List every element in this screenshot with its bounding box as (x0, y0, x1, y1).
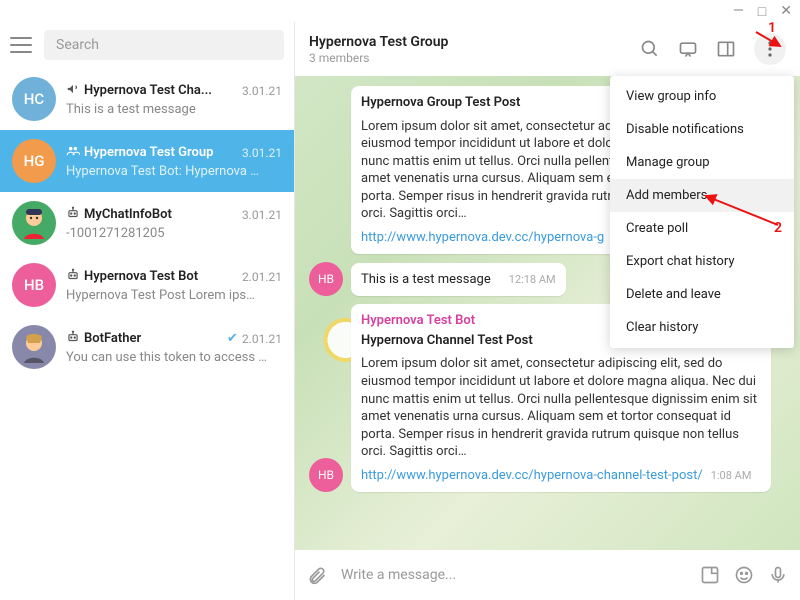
comments-icon[interactable] (678, 39, 698, 59)
microphone-icon[interactable] (768, 565, 788, 585)
chat-name: MyChatInfoBot (84, 207, 238, 222)
menu-item-manage-group[interactable]: Manage group (610, 146, 794, 179)
chat-date: 3.01.21 (242, 208, 282, 222)
hamburger-menu-icon[interactable] (10, 37, 32, 53)
verified-icon: ✔ (227, 331, 238, 346)
chat-type-icon (66, 267, 80, 286)
chat-date: 2.01.21 (242, 332, 282, 346)
menu-item-export-chat-history[interactable]: Export chat history (610, 245, 794, 278)
chat-name: Hypernova Test Group (84, 145, 238, 160)
chat-preview: This is a test message (66, 102, 282, 117)
chat-name: Hypernova Test Bot (84, 269, 238, 284)
chat-name: Hypernova Test Cha... (84, 83, 238, 98)
window-maximize[interactable]: □ (758, 3, 766, 20)
chat-date: 2.01.21 (242, 270, 282, 284)
avatar: HG (12, 139, 56, 183)
chat-list-item[interactable]: HC Hypernova Test Cha... 3.01.21 This is… (0, 68, 294, 130)
menu-item-clear-history[interactable]: Clear history (610, 311, 794, 344)
chat-list: HC Hypernova Test Cha... 3.01.21 This is… (0, 68, 294, 600)
main-panel: Hypernova Test Group 3 members Hypernova… (295, 22, 800, 600)
chat-type-icon (66, 81, 80, 100)
chat-header: Hypernova Test Group 3 members (295, 22, 800, 76)
message-link[interactable]: http://www.hypernova.dev.cc/hypernova-g (361, 230, 604, 245)
sidebar: Search HC Hypernova Test Cha... 3.01.21 … (0, 22, 295, 600)
avatar: HB (12, 263, 56, 307)
message-avatar: HB (309, 458, 343, 492)
message-time: 12:18 AM (509, 273, 556, 288)
chat-list-item[interactable]: BotFather ✔ 2.01.21 You can use this tok… (0, 316, 294, 378)
search-input[interactable]: Search (44, 30, 284, 60)
chat-list-item[interactable]: HB Hypernova Test Bot 2.01.21 Hypernova … (0, 254, 294, 316)
menu-item-delete-and-leave[interactable]: Delete and leave (610, 278, 794, 311)
menu-item-add-members[interactable]: Add members (610, 179, 794, 212)
avatar (12, 325, 56, 369)
sticker-icon[interactable] (700, 565, 720, 585)
chat-preview: Hypernova Test Bot: Hypernova … (66, 164, 282, 179)
menu-item-create-poll[interactable]: Create poll (610, 212, 794, 245)
chat-type-icon (66, 143, 80, 162)
chat-list-item[interactable]: MyChatInfoBot 3.01.21 -1001271281205 (0, 192, 294, 254)
search-icon[interactable] (640, 39, 660, 59)
kebab-icon (768, 41, 772, 57)
more-options-button[interactable] (754, 33, 786, 65)
chat-preview: -1001271281205 (66, 226, 282, 241)
message-text: Lorem ipsum dolor sit amet, consectetur … (361, 355, 761, 460)
menu-item-disable-notifications[interactable]: Disable notifications (610, 113, 794, 146)
message-link[interactable]: http://www.hypernova.dev.cc/hypernova-ch… (361, 468, 703, 483)
message-bubble[interactable]: This is a test message 12:18 AM (351, 263, 566, 297)
chat-name: BotFather (84, 331, 223, 346)
chat-preview: Hypernova Test Post Lorem ips… (66, 288, 282, 303)
chat-header-info[interactable]: Hypernova Test Group 3 members (309, 34, 640, 65)
context-menu: View group infoDisable notificationsMana… (610, 76, 794, 348)
chat-list-item[interactable]: HG Hypernova Test Group 3.01.21 Hypernov… (0, 130, 294, 192)
window-close[interactable]: ✕ (780, 3, 792, 19)
chat-preview: You can use this token to access … (66, 350, 282, 365)
attach-icon[interactable] (307, 565, 327, 585)
chat-date: 3.01.21 (242, 146, 282, 160)
message-avatar: HB (309, 262, 343, 296)
window-titlebar: — □ ✕ (0, 0, 800, 22)
message-time: 1:08 AM (711, 469, 752, 484)
message-text: This is a test message (361, 271, 491, 289)
message-input[interactable]: Write a message... (341, 567, 686, 583)
chat-title: Hypernova Test Group (309, 34, 640, 50)
chat-date: 3.01.21 (242, 84, 282, 98)
avatar (12, 201, 56, 245)
chat-subtitle: 3 members (309, 51, 640, 65)
side-panel-icon[interactable] (716, 39, 736, 59)
emoji-icon[interactable] (734, 565, 754, 585)
avatar: HC (12, 77, 56, 121)
window-minimize[interactable]: — (733, 3, 744, 19)
chat-type-icon (66, 205, 80, 224)
menu-item-view-group-info[interactable]: View group info (610, 80, 794, 113)
chat-type-icon (66, 329, 80, 348)
composer: Write a message... (295, 550, 800, 600)
